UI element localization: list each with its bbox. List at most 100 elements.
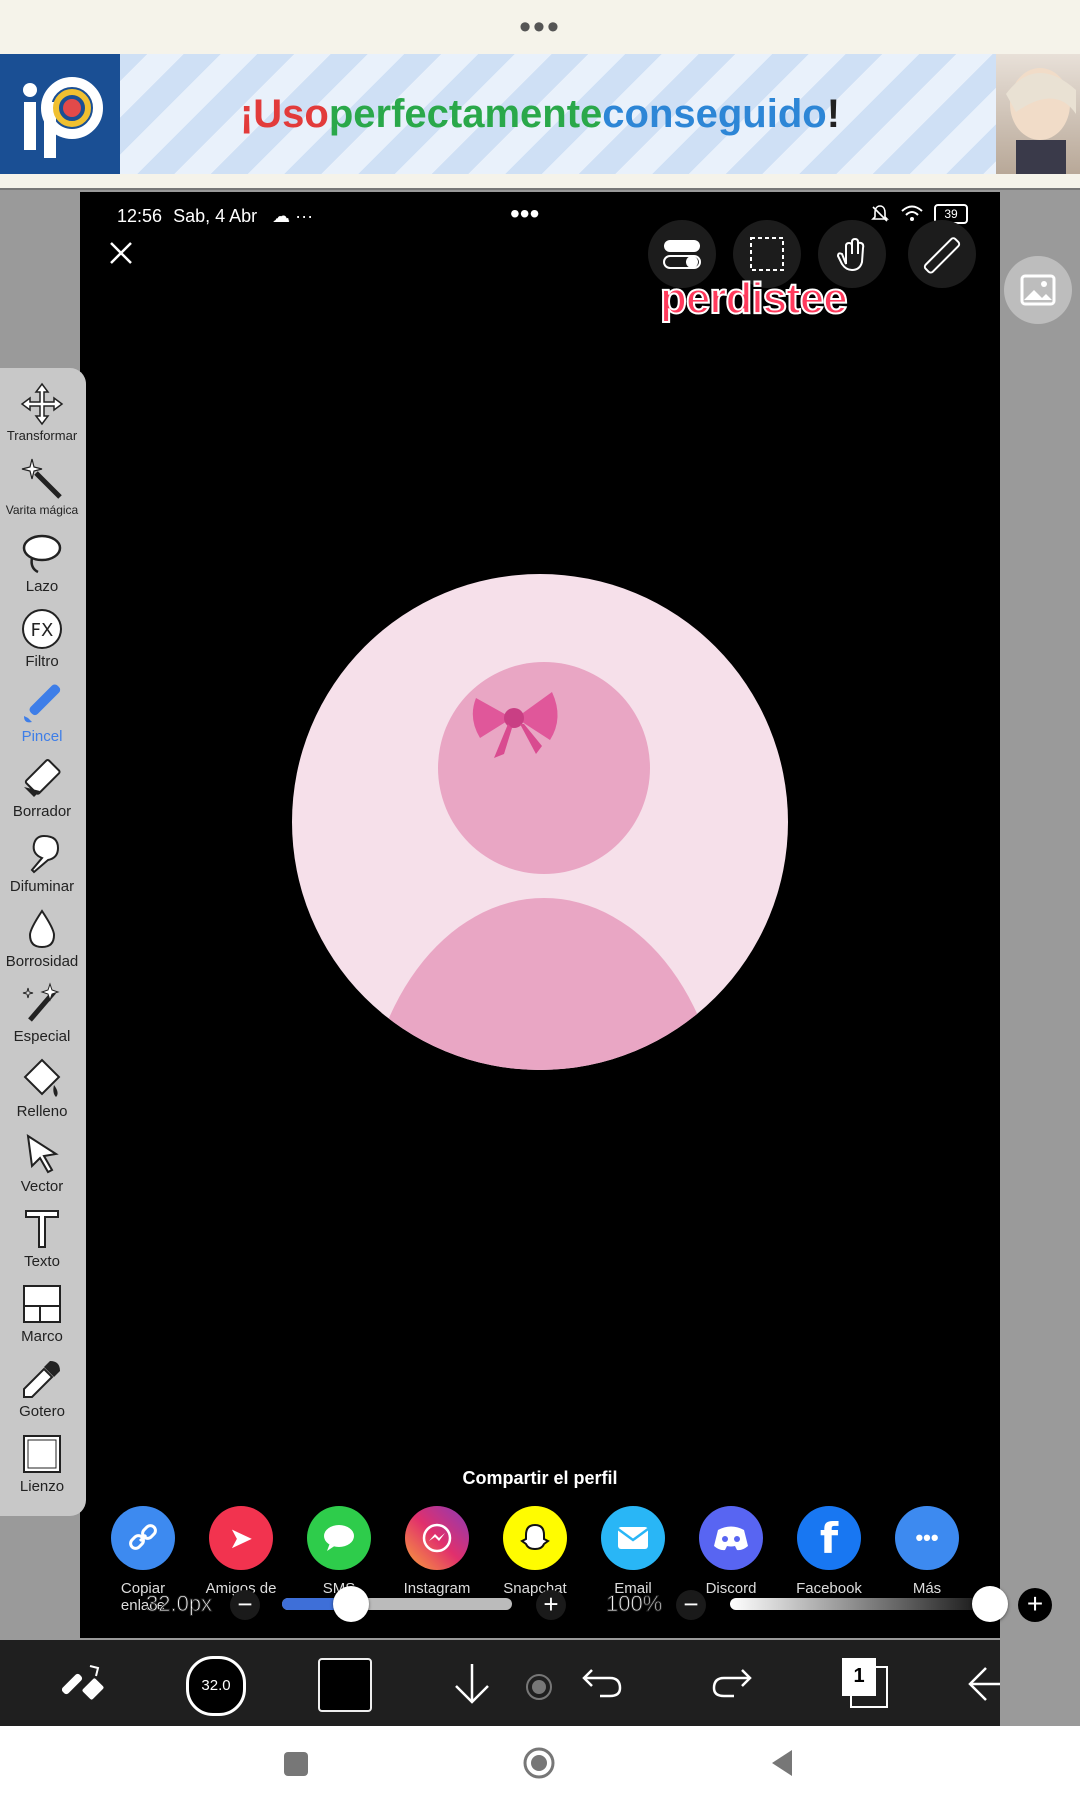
tool-canvas[interactable]: Lienzo: [0, 1428, 84, 1503]
svg-text:FX: FX: [31, 620, 54, 641]
cursor-icon: [26, 1133, 59, 1174]
layers-button[interactable]: 1: [842, 1658, 888, 1708]
size-increase-button[interactable]: +: [536, 1590, 566, 1620]
brush-size-button[interactable]: 32.0: [186, 1656, 246, 1716]
link-icon: [111, 1506, 175, 1570]
redo-icon[interactable]: [710, 1662, 754, 1702]
reference-image-button[interactable]: [1004, 256, 1072, 324]
wifi-icon: [901, 205, 923, 221]
tool-label: Borrosidad: [5, 953, 79, 970]
tool-smudge[interactable]: Difuminar: [0, 828, 84, 903]
record-icon: [526, 1674, 552, 1700]
tool-vector[interactable]: Vector: [0, 1128, 84, 1203]
size-decrease-button[interactable]: −: [230, 1590, 260, 1620]
tool-brush[interactable]: Pincel: [0, 678, 84, 753]
tool-label: Pincel: [21, 728, 63, 745]
special-icon: [22, 982, 60, 1022]
tool-lasso[interactable]: Lazo: [0, 528, 84, 603]
ad-text: ¡Uso perfectamente conseguido !: [130, 54, 950, 174]
opacity-decrease-button[interactable]: −: [676, 1590, 706, 1620]
hand-icon: [836, 237, 865, 272]
status-time: 12:56: [117, 206, 163, 226]
move-icon: [20, 382, 64, 426]
share-title: Compartir el perfil: [462, 1468, 618, 1488]
tool-text[interactable]: Texto: [0, 1203, 84, 1278]
opacity-increase-button[interactable]: +: [1018, 1588, 1052, 1622]
ibispaint-logo: [0, 54, 120, 174]
lasso-icon: [22, 534, 62, 574]
tool-label: Vector: [20, 1178, 64, 1195]
tool-label: Varita mágica: [5, 503, 79, 517]
profile-avatar-image: [292, 574, 788, 1070]
tool-eraser[interactable]: Borrador: [0, 753, 84, 828]
canvas-icon: [23, 1435, 61, 1473]
discord-icon: [699, 1506, 763, 1570]
messenger-icon: [405, 1506, 469, 1570]
status-extra: ☁ ···: [272, 206, 314, 226]
dropper-icon: [23, 1361, 60, 1398]
tool-label: Transformar: [6, 428, 78, 443]
frame-icon: [23, 1285, 61, 1323]
tool-label: Filtro: [25, 653, 59, 670]
tool-blur[interactable]: Borrosidad: [0, 903, 84, 978]
color-swatch-button[interactable]: [318, 1658, 372, 1712]
ad-text-part3: conseguido: [602, 91, 827, 136]
more-dots-icon: •••: [895, 1506, 959, 1570]
envelope-icon: [601, 1506, 665, 1570]
home-icon[interactable]: [522, 1746, 556, 1780]
chat-bubble-icon: [307, 1506, 371, 1570]
status-date: Sab, 4 Abr: [173, 206, 258, 226]
facebook-icon: f: [797, 1506, 861, 1570]
ad-banner[interactable]: ¡Uso perfectamente conseguido !: [0, 54, 1080, 174]
tool-label: Lienzo: [19, 1478, 65, 1495]
ad-text-part4: !: [826, 91, 841, 136]
bucket-icon: [23, 1058, 61, 1097]
opacity-slider-knob[interactable]: [972, 1586, 1008, 1622]
layers-count: 1: [842, 1658, 876, 1696]
size-slider-knob[interactable]: [333, 1586, 369, 1622]
ad-character-image: [996, 54, 1080, 174]
tool-label: Borrador: [12, 803, 72, 820]
magic-wand-icon: [21, 458, 62, 499]
tool-magic-wand[interactable]: Varita mágica: [0, 453, 84, 528]
ruler-icon: [923, 237, 961, 274]
close-icon[interactable]: [108, 240, 134, 266]
canvas-image-layer[interactable]: 12:56 Sab, 4 Abr ☁ ··· ••• 39 perdistee: [80, 192, 1000, 1638]
tool-filter[interactable]: FX Filtro: [0, 603, 84, 678]
ghost-icon: [503, 1506, 567, 1570]
tool-fill[interactable]: Relleno: [0, 1053, 84, 1128]
tool-label: Relleno: [16, 1103, 68, 1120]
bottom-bar-right-gap: [1000, 1640, 1080, 1726]
tool-label: Marco: [21, 1328, 63, 1345]
recent-apps-icon[interactable]: [284, 1752, 308, 1776]
size-slider[interactable]: [282, 1586, 512, 1622]
brush-eraser-swap-icon[interactable]: [62, 1662, 106, 1706]
system-nav-bar: [0, 1726, 1080, 1800]
tool-frame[interactable]: Marco: [0, 1278, 84, 1353]
image-icon: [1020, 274, 1056, 306]
brush-icon: [24, 684, 61, 723]
brush-sliders: 32.0px − + 100% − +: [0, 1582, 1080, 1628]
ad-text-part1: ¡Uso: [239, 91, 329, 136]
tool-special[interactable]: Especial: [0, 978, 84, 1053]
opacity-slider[interactable]: [730, 1586, 1008, 1622]
top-menu-dots[interactable]: •••: [0, 0, 1080, 54]
tool-label: Texto: [24, 1253, 60, 1270]
overlay-text: perdistee: [659, 273, 849, 324]
tool-eyedropper[interactable]: Gotero: [0, 1353, 84, 1428]
opacity-value: 100%: [605, 1591, 663, 1617]
tool-label: Difuminar: [9, 878, 75, 895]
nav-back-icon[interactable]: [768, 1748, 798, 1778]
selection-icon: [750, 237, 784, 271]
smudge-icon: [30, 834, 60, 874]
ad-text-part2: perfectamente: [328, 91, 603, 136]
text-icon: [25, 1210, 59, 1248]
ruler-button[interactable]: [908, 220, 976, 288]
undo-icon[interactable]: [580, 1662, 624, 1702]
toggle-icon: [663, 240, 701, 269]
phone-status-left: 12:56 Sab, 4 Abr ☁ ···: [117, 206, 313, 227]
down-arrow-icon[interactable]: [450, 1660, 494, 1708]
tool-transform[interactable]: Transformar: [0, 378, 84, 453]
tool-label: Gotero: [19, 1403, 65, 1420]
tool-label: Lazo: [25, 578, 59, 595]
